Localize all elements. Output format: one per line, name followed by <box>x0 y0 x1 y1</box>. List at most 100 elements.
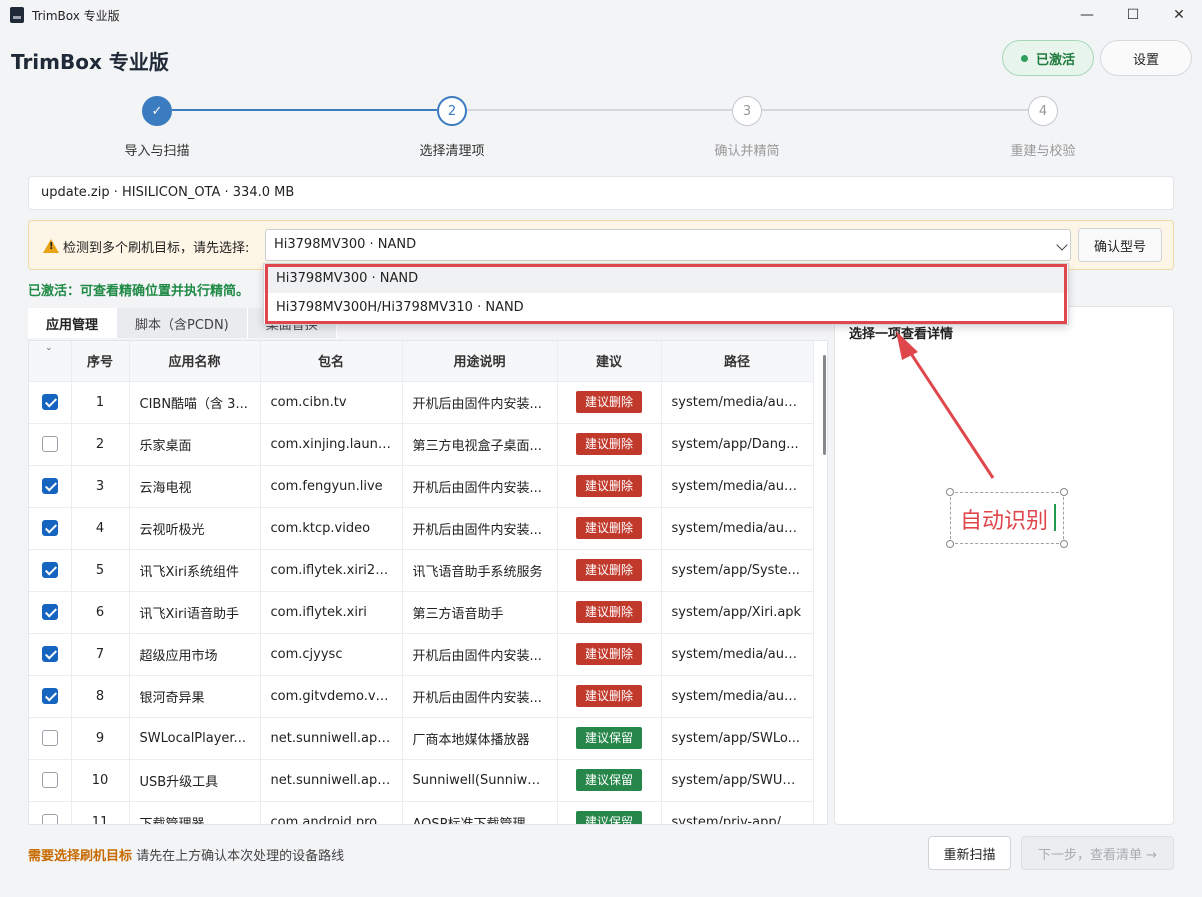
row-checkbox[interactable] <box>41 394 58 410</box>
table-row[interactable]: 4 云视听极光 com.ktcp.video 开机后由固件内安装... 建议删除 syst… <box>29 507 814 550</box>
sort-caret-icon[interactable]: ⌄ <box>45 343 53 353</box>
cell-path: system/media/audi... <box>661 465 814 508</box>
cell-name: SWLocalPlayer... <box>129 717 261 760</box>
step-import-scan: ✓ 导入与扫描 <box>87 96 227 159</box>
step-label: 选择清理项 <box>419 144 485 159</box>
step-label: 导入与扫描 <box>124 144 190 159</box>
table-row[interactable]: 2 乐家桌面 com.xinjing.launc... 第三方电视盒子桌面... 建议删… <box>29 423 814 466</box>
maximize-button[interactable]: ☐ <box>1110 0 1156 30</box>
cell-no: 11 <box>71 801 130 824</box>
table-row[interactable]: 8 银河奇异果 com.gitvdemo.vid... 开机后由固件内安装... 建议删… <box>29 675 814 718</box>
cell-select <box>29 423 72 466</box>
advice-badge: 建议删除 <box>575 559 642 581</box>
footer-warning-text: 请先在上方确认本次处理的设备路线 <box>136 849 345 864</box>
cell-desc: 开机后由固件内安装... <box>402 633 558 676</box>
target-option[interactable]: Hi3798MV300 · NAND <box>264 264 1068 293</box>
row-checkbox[interactable] <box>41 562 58 578</box>
column-header-advice[interactable]: 建议 <box>557 341 662 382</box>
cell-pkg: com.gitvdemo.vid... <box>260 675 403 718</box>
row-checkbox[interactable] <box>41 478 58 494</box>
cell-advice: 建议删除 <box>557 549 662 592</box>
table-row[interactable]: 9 SWLocalPlayer... net.sunniwell.app.... 厂商… <box>29 717 814 760</box>
table-row[interactable]: 1 CIBN酷喵（含 3... com.cibn.tv 开机后由固件内安装... 建议删… <box>29 381 814 424</box>
row-checkbox[interactable] <box>41 520 58 536</box>
settings-button[interactable]: 设置 <box>1100 40 1192 76</box>
table-row[interactable]: 10 USB升级工具 net.sunniwell.app.... Sunniwell(… <box>29 759 814 802</box>
target-option[interactable]: Hi3798MV300H/Hi3798MV310 · NAND <box>264 293 1068 322</box>
step-rebuild-verify: 4 重建与校验 <box>973 96 1113 159</box>
cell-pkg: com.iflytek.xiri2.s... <box>260 549 403 592</box>
table-scrollbar-thumb[interactable] <box>823 355 826 455</box>
resize-handle[interactable] <box>1060 540 1068 548</box>
cell-select <box>29 591 72 634</box>
advice-badge: 建议保留 <box>575 811 642 824</box>
cell-no: 4 <box>71 507 130 550</box>
column-header-path[interactable]: 路径 <box>661 341 814 382</box>
cell-path: system/app/Syste... <box>661 549 814 592</box>
cell-desc: 讯飞语音助手系统服务 <box>402 549 558 592</box>
cell-advice: 建议删除 <box>557 675 662 718</box>
next-step-button[interactable]: 下一步，查看清单 → <box>1021 836 1174 870</box>
minimize-button[interactable]: — <box>1064 0 1110 30</box>
close-button[interactable]: ✕ <box>1156 0 1202 30</box>
column-header-name[interactable]: 应用名称 <box>129 341 261 382</box>
step-confirm-trim: 3 确认并精简 <box>677 96 817 159</box>
cell-advice: 建议删除 <box>557 633 662 676</box>
confirm-model-button[interactable]: 确认型号 <box>1078 228 1162 262</box>
text-caret <box>1054 504 1056 531</box>
cell-path: system/app/SWUp... <box>661 759 814 802</box>
cell-desc: AOSP标准下载管理... <box>402 801 558 824</box>
tab-scripts[interactable]: 脚本（含PCDN) <box>117 308 248 338</box>
table-row[interactable]: 11 下载管理器 com.android.prov... AOSP标准下载管理... 建… <box>29 801 814 824</box>
cell-desc: 开机后由固件内安装... <box>402 675 558 718</box>
table-row[interactable]: 5 讯飞Xiri系统组件 com.iflytek.xiri2.s... 讯飞语音助手系… <box>29 549 814 592</box>
cell-advice: 建议删除 <box>557 381 662 424</box>
cell-desc: 第三方电视盒子桌面... <box>402 423 558 466</box>
cell-advice: 建议保留 <box>557 717 662 760</box>
app-icon <box>10 7 24 23</box>
cell-name: 乐家桌面 <box>129 423 261 466</box>
cell-name: 讯飞Xiri系统组件 <box>129 549 261 592</box>
step-number: 2 <box>437 96 467 126</box>
window-titlebar: TrimBox 专业版 — ☐ ✕ <box>0 0 1202 30</box>
tab-app-management[interactable]: 应用管理 <box>28 308 118 338</box>
row-checkbox[interactable] <box>41 646 58 662</box>
window-title: TrimBox 专业版 <box>32 8 120 23</box>
cell-advice: 建议删除 <box>557 423 662 466</box>
activated-status-button[interactable]: 已激活 <box>1002 40 1094 76</box>
table-header-row: 序号 应用名称 包名 用途说明 建议 路径 <box>29 341 814 382</box>
resize-handle[interactable] <box>946 488 954 496</box>
cell-path: system/app/SWLo... <box>661 717 814 760</box>
advice-badge: 建议删除 <box>575 685 642 707</box>
row-checkbox[interactable] <box>41 730 58 746</box>
resize-handle[interactable] <box>946 540 954 548</box>
cell-pkg: com.cibn.tv <box>260 381 403 424</box>
target-select[interactable]: Hi3798MV300 · NAND <box>265 229 1071 261</box>
column-header-package[interactable]: 包名 <box>260 341 403 382</box>
table-row[interactable]: 6 讯飞Xiri语音助手 com.iflytek.xiri 第三方语音助手 建议删除 sy… <box>29 591 814 634</box>
cell-name: 超级应用市场 <box>129 633 261 676</box>
cell-desc: 厂商本地媒体播放器 <box>402 717 558 760</box>
row-checkbox[interactable] <box>41 436 58 452</box>
file-info-bar: update.zip · HISILICON_OTA · 334.0 MB <box>28 176 1174 210</box>
column-header-description[interactable]: 用途说明 <box>402 341 558 382</box>
cell-name: 云海电视 <box>129 465 261 508</box>
resize-handle[interactable] <box>1060 488 1068 496</box>
rescan-button[interactable]: 重新扫描 <box>928 836 1011 870</box>
status-dot-icon <box>1020 54 1028 62</box>
column-header-no[interactable]: 序号 <box>71 341 130 382</box>
cell-pkg: com.fengyun.live <box>260 465 403 508</box>
step-select-items: 2 选择清理项 <box>382 96 522 159</box>
table-row[interactable]: 7 超级应用市场 com.cjyysc 开机后由固件内安装... 建议删除 system/… <box>29 633 814 676</box>
row-checkbox[interactable] <box>41 604 58 620</box>
cell-no: 2 <box>71 423 130 466</box>
cell-name: 下载管理器 <box>129 801 261 824</box>
row-checkbox[interactable] <box>41 814 58 824</box>
row-checkbox[interactable] <box>41 688 58 704</box>
cell-path: system/media/audi... <box>661 381 814 424</box>
advice-badge: 建议保留 <box>575 727 642 749</box>
cell-select <box>29 633 72 676</box>
table-row[interactable]: 3 云海电视 com.fengyun.live 开机后由固件内安装... 建议删除 sys… <box>29 465 814 508</box>
row-checkbox[interactable] <box>41 772 58 788</box>
step-number: 4 <box>1028 96 1058 126</box>
